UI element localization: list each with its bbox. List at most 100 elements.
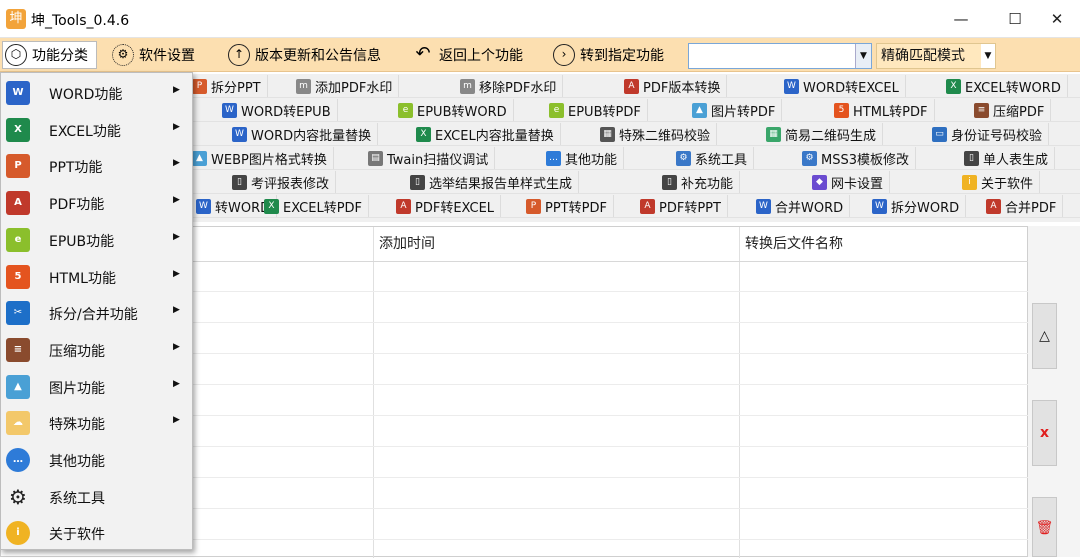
move-up-button[interactable]: △	[1032, 303, 1057, 369]
function-search-combobox[interactable]: ▼	[688, 43, 872, 69]
function-button[interactable]: ▦ 特殊二维码校验	[594, 123, 718, 145]
function-button[interactable]: i 关于软件	[956, 171, 1041, 193]
function-button[interactable]: ▤ Twain扫描仪调试	[362, 147, 496, 169]
categories-menu: W WORD功能 ▶ X EXCEL功能 ▶ P PPT功能 ▶ A PDF功能 ▶ e EPUB功能 ▶ 5…	[0, 72, 193, 550]
function-button[interactable]: ▯ 考评报表修改	[226, 171, 337, 193]
qr2-icon: ▦	[766, 126, 781, 142]
excel-icon: X	[416, 126, 431, 142]
function-button[interactable]: m 移除PDF水印	[454, 75, 564, 97]
function-button[interactable]: … 其他功能	[540, 147, 625, 169]
function-button[interactable]: X EXCEL转WORD	[940, 75, 1068, 97]
column-header-added-time[interactable]: 添加时间	[373, 227, 739, 261]
function-label: 单人表生成	[983, 152, 1049, 168]
menu-item[interactable]: ☁ 特殊功能 ▶	[1, 405, 192, 441]
word-icon: W	[232, 126, 247, 142]
function-button[interactable]: ⚙ MSS3模板修改	[796, 147, 916, 169]
updates-button[interactable]: ↑ 版本更新和公告信息	[228, 41, 381, 69]
maximize-button[interactable]: ☐	[992, 4, 1038, 34]
delete-button[interactable]: x	[1032, 400, 1057, 466]
function-button[interactable]: ▯ 单人表生成	[958, 147, 1056, 169]
function-label: PDF版本转换	[643, 80, 721, 96]
function-button[interactable]: e EPUB转WORD	[392, 99, 514, 121]
menu-item[interactable]: e EPUB功能 ▶	[1, 222, 192, 258]
chevron-down-icon[interactable]: ▼	[855, 44, 871, 68]
gear-icon: ⚙	[802, 150, 817, 166]
function-button[interactable]: X EXCEL内容批量替换	[410, 123, 561, 145]
function-button[interactable]: ⚙ 系统工具	[670, 147, 755, 169]
function-button[interactable]: ▲ WEBP图片格式转换	[186, 147, 334, 169]
pdf-icon: A	[640, 198, 655, 214]
function-button[interactable]: W 拆分WORD	[866, 195, 967, 217]
img-icon: ▲	[692, 102, 707, 118]
submenu-arrow-icon: ▶	[173, 231, 180, 242]
pdf-icon: A	[396, 198, 411, 214]
function-button[interactable]: W WORD内容批量替换	[226, 123, 379, 145]
close-button[interactable]: ✕	[1034, 4, 1080, 34]
menu-item[interactable]: ✂ 拆分/合并功能 ▶	[1, 295, 192, 331]
function-label: 选举结果报告单样式生成	[429, 176, 573, 192]
function-button[interactable]: ▯ 补充功能	[656, 171, 741, 193]
menu-item[interactable]: W WORD功能 ▶	[1, 75, 192, 111]
goto-button[interactable]: › 转到指定功能	[553, 41, 664, 69]
match-mode-select[interactable]: 精确匹配模式 ▼	[876, 43, 996, 69]
img-icon: ▲	[192, 150, 207, 166]
html-icon: 5	[834, 102, 849, 118]
word-icon: W	[872, 198, 887, 214]
goto-label: 转到指定功能	[580, 48, 664, 64]
function-button[interactable]: e EPUB转PDF	[543, 99, 648, 121]
function-button[interactable]: A PDF转EXCEL	[390, 195, 502, 217]
doc-icon: ▯	[232, 174, 247, 190]
submenu-arrow-icon: ▶	[173, 305, 180, 316]
chevron-down-icon[interactable]: ▼	[981, 44, 995, 68]
gear-icon: ⚙	[9, 484, 27, 509]
menu-item[interactable]: ⚙ 系统工具	[1, 479, 192, 515]
function-button[interactable]: P PPT转PDF	[520, 195, 614, 217]
function-button[interactable]: P 拆分PPT	[186, 75, 268, 97]
function-button[interactable]: W WORD转EXCEL	[778, 75, 906, 97]
menu-item[interactable]: i 关于软件	[1, 515, 192, 551]
submenu-arrow-icon: ▶	[173, 195, 180, 206]
function-button[interactable]: 5 HTML转PDF	[828, 99, 935, 121]
function-label: 合并PDF	[1005, 200, 1057, 216]
zip-icon: ≡	[974, 102, 989, 118]
clear-button[interactable]: 🗑	[1032, 497, 1057, 557]
word-icon: W	[222, 102, 237, 118]
function-button[interactable]: A PDF转PPT	[634, 195, 728, 217]
back-label: 返回上个功能	[439, 48, 523, 64]
menu-item[interactable]: A PDF功能 ▶	[1, 185, 192, 221]
function-button[interactable]: W WORD转EPUB	[216, 99, 338, 121]
cloud-icon: ☁	[6, 411, 30, 436]
function-button[interactable]: W 合并WORD	[750, 195, 851, 217]
function-button[interactable]: ▯ 选举结果报告单样式生成	[404, 171, 580, 193]
word-icon: W	[784, 78, 799, 94]
column-header-output-name[interactable]: 转换后文件名称	[739, 227, 1027, 261]
word-icon: W	[196, 198, 211, 214]
toolbar: ⬡ 功能分类 ⚙ 软件设置 ↑ 版本更新和公告信息 ↶ 返回上个功能 › 转到指定功能 ▼…	[0, 38, 1080, 72]
function-button[interactable]: ≡ 压缩PDF	[968, 99, 1052, 121]
minimize-button[interactable]: —	[938, 4, 984, 34]
app-logo-icon: 坤	[6, 9, 26, 29]
doc-icon: ▯	[410, 174, 425, 190]
settings-button[interactable]: ⚙ 软件设置	[112, 41, 195, 69]
function-button[interactable]: ◆ 网卡设置	[806, 171, 891, 193]
img-icon: ▲	[6, 374, 30, 399]
categories-button[interactable]: ⬡ 功能分类	[2, 41, 97, 69]
function-button[interactable]: ▭ 身份证号码校验	[926, 123, 1050, 145]
function-button[interactable]: m 添加PDF水印	[290, 75, 400, 97]
function-button[interactable]: ▦ 简易二维码生成	[760, 123, 884, 145]
function-label: MSS3模板修改	[821, 152, 909, 168]
title-bar: 坤 坤_Tools_0.4.6 — ☐ ✕	[0, 0, 1080, 38]
back-button[interactable]: ↶ 返回上个功能	[412, 41, 523, 69]
function-label: EPUB转WORD	[417, 104, 507, 120]
excel-icon: X	[6, 117, 30, 142]
function-button[interactable]: A 合并PDF	[980, 195, 1064, 217]
function-button[interactable]: ▲ 图片转PDF	[686, 99, 783, 121]
menu-item[interactable]: P PPT功能 ▶	[1, 148, 192, 184]
menu-item[interactable]: 5 HTML功能 ▶	[1, 259, 192, 295]
function-button[interactable]: X EXCEL转PDF	[258, 195, 370, 217]
menu-item[interactable]: ≡ 压缩功能 ▶	[1, 332, 192, 368]
menu-item[interactable]: ▲ 图片功能 ▶	[1, 369, 192, 405]
function-button[interactable]: A PDF版本转换	[618, 75, 728, 97]
menu-item[interactable]: X EXCEL功能 ▶	[1, 112, 192, 148]
menu-item[interactable]: … 其他功能	[1, 442, 192, 478]
